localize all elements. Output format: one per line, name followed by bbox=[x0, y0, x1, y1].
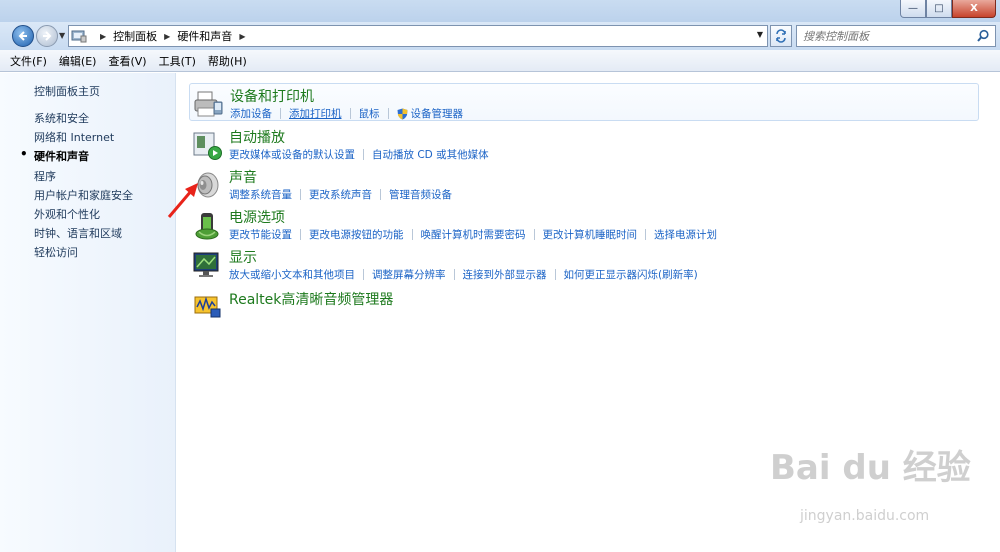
link-separator bbox=[300, 189, 301, 200]
forward-arrow-icon bbox=[43, 31, 52, 41]
forward-button[interactable] bbox=[36, 25, 58, 47]
link-separator bbox=[554, 269, 556, 280]
menu-file[interactable]: 文件(F) bbox=[10, 53, 47, 69]
category-title[interactable]: 声音 bbox=[229, 167, 257, 187]
link-adjust-resolution[interactable]: 调整屏幕分辨率 bbox=[372, 267, 446, 282]
menu-view[interactable]: 查看(V) bbox=[108, 53, 146, 69]
menu-help[interactable]: 帮助(H) bbox=[208, 53, 247, 69]
link-separator bbox=[300, 229, 301, 240]
address-dropdown-icon[interactable]: ▼ bbox=[757, 30, 763, 39]
link-add-device[interactable]: 添加设备 bbox=[230, 106, 272, 121]
search-icon[interactable] bbox=[976, 29, 990, 46]
sidebar-item-ease-of-access[interactable]: 轻松访问 bbox=[20, 244, 133, 263]
link-power-button-function[interactable]: 更改电源按钮的功能 bbox=[309, 227, 404, 242]
display-icon[interactable] bbox=[191, 249, 223, 281]
sidebar-list: 系统和安全 网络和 Internet 硬件和声音 程序 用户帐户和家庭安全 外观… bbox=[20, 110, 133, 264]
category-realtek-audio: Realtek高清晰音频管理器 bbox=[189, 285, 979, 325]
link-change-system-sounds[interactable]: 更改系统声音 bbox=[309, 187, 372, 202]
link-separator bbox=[645, 229, 646, 240]
category-display: 显示 放大或缩小文本和其他项目 调整屏幕分辨率 连接到外部显示器 如何更正显示器… bbox=[189, 245, 979, 285]
menu-tools[interactable]: 工具(T) bbox=[159, 53, 196, 69]
breadcrumb-hardware-sound[interactable]: 硬件和声音 bbox=[177, 28, 232, 44]
refresh-icon bbox=[776, 29, 786, 43]
close-button[interactable]: X bbox=[952, 0, 996, 18]
link-manage-audio-devices[interactable]: 管理音频设备 bbox=[389, 187, 452, 202]
link-change-media-defaults[interactable]: 更改媒体或设备的默认设置 bbox=[229, 147, 355, 162]
annotation-arrow-icon bbox=[167, 183, 198, 218]
link-resize-text[interactable]: 放大或缩小文本和其他项目 bbox=[229, 267, 355, 282]
back-arrow-icon bbox=[18, 31, 27, 41]
category-autoplay: 自动播放 更改媒体或设备的默认设置 自动播放 CD 或其他媒体 bbox=[189, 125, 979, 165]
link-autoplay-cd[interactable]: 自动播放 CD 或其他媒体 bbox=[372, 147, 489, 162]
link-fix-flicker[interactable]: 如何更正显示器闪烁(刷新率) bbox=[564, 267, 698, 282]
category-links: 添加设备 添加打印机 鼠标 设备管理器 bbox=[230, 106, 463, 121]
category-title[interactable]: 电源选项 bbox=[229, 207, 285, 227]
window-titlebar: — □ X bbox=[0, 0, 1000, 22]
breadcrumb: ▶ 控制面板 ▶ 硬件和声音 ▶ bbox=[93, 28, 252, 44]
category-title[interactable]: 设备和打印机 bbox=[230, 86, 314, 106]
breadcrumb-separator-icon[interactable]: ▶ bbox=[164, 32, 170, 41]
category-title[interactable]: 显示 bbox=[229, 247, 257, 267]
sidebar-item-user-accounts[interactable]: 用户帐户和家庭安全 bbox=[20, 187, 133, 206]
search-input[interactable] bbox=[803, 29, 973, 43]
link-separator bbox=[411, 229, 413, 240]
link-change-sleep-time[interactable]: 更改计算机睡眠时间 bbox=[543, 227, 638, 242]
link-separator bbox=[453, 269, 455, 280]
search-box[interactable] bbox=[796, 25, 996, 47]
link-add-printer[interactable]: 添加打印机 bbox=[289, 106, 342, 121]
category-sound: 声音 调整系统音量 更改系统声音 管理音频设备 bbox=[189, 165, 979, 205]
printer-icon[interactable] bbox=[192, 88, 224, 120]
sidebar-item-appearance[interactable]: 外观和个性化 bbox=[20, 206, 133, 225]
sidebar-item-hardware-sound[interactable]: 硬件和声音 bbox=[20, 147, 133, 167]
link-change-power-saving[interactable]: 更改节能设置 bbox=[229, 227, 292, 242]
autoplay-icon[interactable] bbox=[191, 129, 223, 161]
sidebar-item-clock-language[interactable]: 时钟、语言和区域 bbox=[20, 225, 133, 244]
back-button[interactable] bbox=[12, 25, 34, 47]
category-title[interactable]: Realtek高清晰音频管理器 bbox=[229, 289, 393, 309]
breadcrumb-separator-icon[interactable]: ▶ bbox=[239, 32, 245, 41]
link-separator bbox=[363, 269, 364, 280]
category-devices-printers: 设备和打印机 添加设备 添加打印机 鼠标 设备管理器 bbox=[189, 83, 979, 121]
maximize-button[interactable]: □ bbox=[926, 0, 952, 18]
category-power-options: 电源选项 更改节能设置 更改电源按钮的功能 唤醒计算机时需要密码 更改计算机睡眠… bbox=[189, 205, 979, 245]
link-separator bbox=[387, 108, 389, 119]
link-device-manager[interactable]: 设备管理器 bbox=[411, 106, 464, 121]
breadcrumb-control-panel[interactable]: 控制面板 bbox=[113, 28, 157, 44]
menu-edit[interactable]: 编辑(E) bbox=[59, 53, 97, 69]
minimize-button[interactable]: — bbox=[900, 0, 926, 18]
window-controls: — □ X bbox=[900, 0, 996, 18]
link-connect-external-display[interactable]: 连接到外部显示器 bbox=[463, 267, 547, 282]
uac-shield-icon bbox=[397, 108, 408, 120]
navigation-bar: ▼ ▶ 控制面板 ▶ 硬件和声音 ▶ ▼ bbox=[0, 22, 1000, 50]
sidebar: 控制面板主页 系统和安全 网络和 Internet 硬件和声音 程序 用户帐户和… bbox=[0, 73, 176, 552]
link-choose-power-plan[interactable]: 选择电源计划 bbox=[654, 227, 717, 242]
breadcrumb-separator-icon[interactable]: ▶ bbox=[100, 32, 106, 41]
link-adjust-volume[interactable]: 调整系统音量 bbox=[229, 187, 292, 202]
sidebar-item-network-internet[interactable]: 网络和 Internet bbox=[20, 129, 133, 148]
category-links: 调整系统音量 更改系统声音 管理音频设备 bbox=[229, 187, 452, 202]
menu-bar: 文件(F) 编辑(E) 查看(V) 工具(T) 帮助(H) bbox=[0, 50, 1000, 72]
control-panel-home-link[interactable]: 控制面板主页 bbox=[34, 83, 100, 99]
category-links: 更改节能设置 更改电源按钮的功能 唤醒计算机时需要密码 更改计算机睡眠时间 选择… bbox=[229, 227, 717, 242]
watermark-logo: Bai du 经验 bbox=[770, 448, 971, 488]
control-panel-icon bbox=[71, 29, 87, 43]
realtek-audio-icon[interactable] bbox=[191, 289, 223, 321]
category-links: 更改媒体或设备的默认设置 自动播放 CD 或其他媒体 bbox=[229, 147, 489, 162]
link-require-password-wake[interactable]: 唤醒计算机时需要密码 bbox=[421, 227, 526, 242]
address-bar[interactable]: ▶ 控制面板 ▶ 硬件和声音 ▶ ▼ bbox=[68, 25, 768, 47]
link-separator bbox=[280, 108, 281, 119]
link-mouse[interactable]: 鼠标 bbox=[359, 106, 380, 121]
link-separator bbox=[363, 149, 364, 160]
watermark-url: jingyan.baidu.com bbox=[800, 508, 930, 524]
refresh-button[interactable] bbox=[770, 25, 792, 47]
recent-pages-dropdown[interactable]: ▼ bbox=[59, 31, 65, 40]
sidebar-item-system-security[interactable]: 系统和安全 bbox=[20, 110, 133, 129]
sidebar-item-programs[interactable]: 程序 bbox=[20, 168, 133, 187]
link-separator bbox=[349, 108, 351, 119]
category-title[interactable]: 自动播放 bbox=[229, 127, 285, 147]
link-separator bbox=[380, 189, 381, 200]
category-links: 放大或缩小文本和其他项目 调整屏幕分辨率 连接到外部显示器 如何更正显示器闪烁(… bbox=[229, 267, 698, 282]
link-separator bbox=[533, 229, 535, 240]
